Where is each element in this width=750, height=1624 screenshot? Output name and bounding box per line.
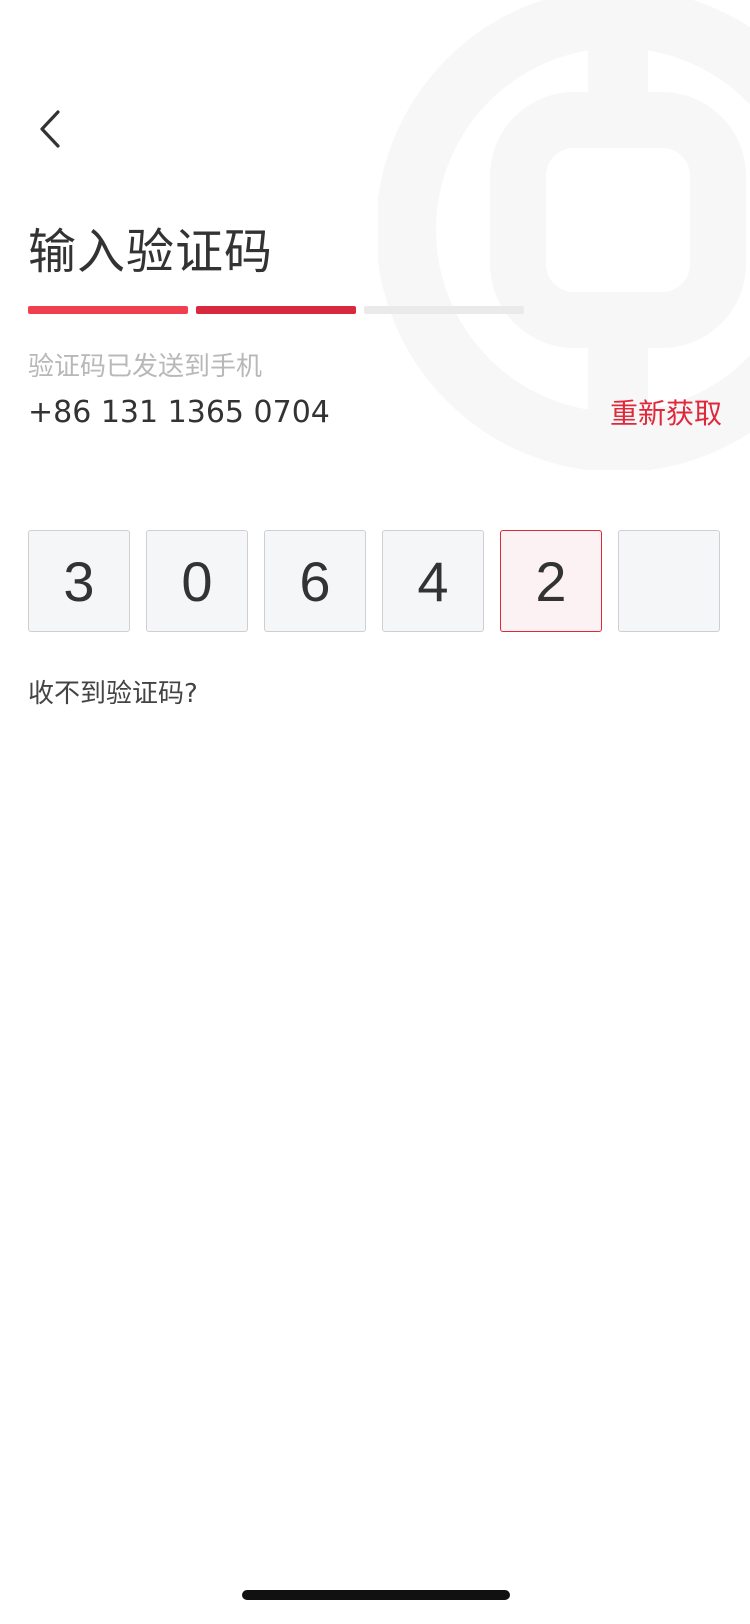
code-digit-6[interactable]	[618, 530, 720, 632]
no-code-link[interactable]: 收不到验证码?	[28, 676, 198, 712]
code-input-row[interactable]: 3 0 6 4 2	[28, 530, 722, 634]
verification-screen: 输入验证码 验证码已发送到手机 +86 131 1365 0704 重新获取 3…	[0, 0, 750, 1624]
phone-number: +86 131 1365 0704	[28, 395, 330, 430]
code-digit-3[interactable]: 6	[264, 530, 366, 632]
code-digit-5[interactable]: 2	[500, 530, 602, 632]
resend-button[interactable]: 重新获取	[610, 394, 722, 434]
chevron-left-icon	[40, 110, 60, 148]
page-title: 输入验证码	[28, 224, 274, 280]
step-progress	[28, 306, 524, 314]
back-button[interactable]	[28, 104, 72, 154]
sent-hint: 验证码已发送到手机	[28, 352, 263, 382]
code-digit-2[interactable]: 0	[146, 530, 248, 632]
progress-step-1	[28, 306, 188, 314]
home-indicator[interactable]	[242, 1590, 510, 1600]
progress-step-3	[364, 306, 524, 314]
code-digit-1[interactable]: 3	[28, 530, 130, 632]
progress-step-2	[196, 306, 356, 314]
code-digit-4[interactable]: 4	[382, 530, 484, 632]
